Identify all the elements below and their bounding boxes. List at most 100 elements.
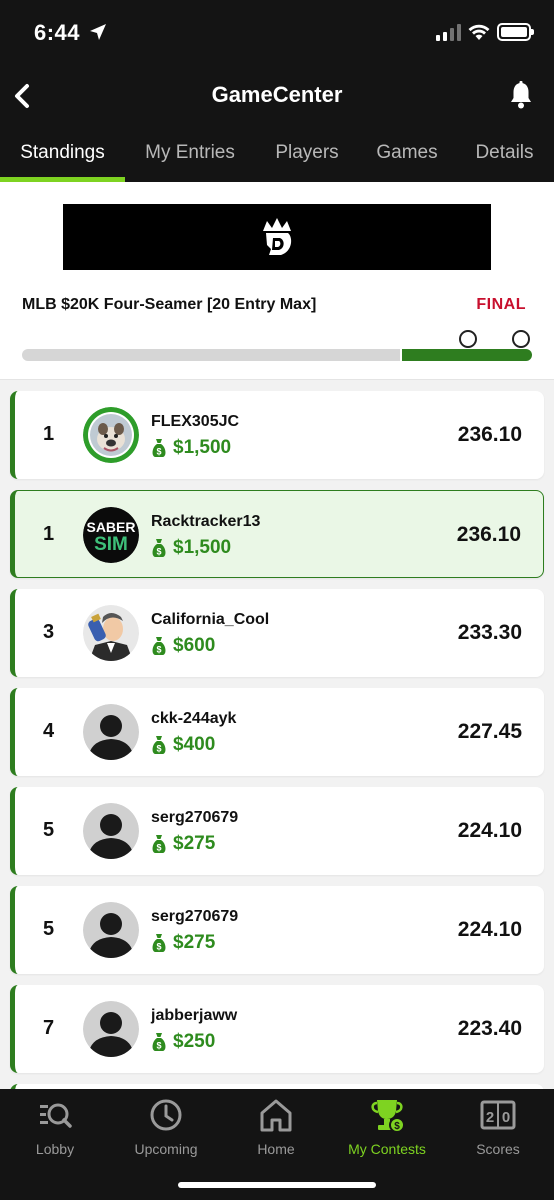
score: 224.10 <box>457 819 522 842</box>
nav-upcoming[interactable]: Upcoming <box>111 1097 221 1157</box>
standings-list: 1 FLEX305JC $ $1,500 236.10 1 SABER SIM … <box>10 391 544 1183</box>
svg-text:2: 2 <box>486 1109 494 1126</box>
scoreboard-icon: 2 0 <box>480 1100 516 1130</box>
tab-standings[interactable]: Standings <box>0 124 125 182</box>
rank: 1 <box>43 523 55 545</box>
contest-status-badge: FINAL <box>476 296 526 313</box>
money-bag-icon: $ <box>152 637 166 655</box>
standings-row[interactable]: 4 ckk-244ayk $ $400 227.45 <box>10 688 544 776</box>
money-bag-icon: $ <box>152 439 166 457</box>
nav-label: Home <box>257 1141 295 1157</box>
svg-text:$: $ <box>156 645 161 655</box>
nav-label: Scores <box>476 1141 520 1157</box>
svg-text:$: $ <box>156 547 161 557</box>
prize: $ $275 <box>151 932 215 954</box>
home-indicator <box>178 1182 376 1188</box>
cellular-signal-icon <box>436 24 461 41</box>
rank: 3 <box>43 621 55 643</box>
avatar <box>83 1001 139 1057</box>
username: California_Cool <box>151 611 270 628</box>
score: 223.40 <box>457 1017 522 1040</box>
nav-home[interactable]: Home <box>221 1097 331 1157</box>
svg-text:SABER: SABER <box>86 519 135 535</box>
nav-label: Upcoming <box>134 1141 198 1157</box>
notification-bell-icon[interactable] <box>508 80 534 110</box>
prize-amount: $400 <box>173 734 216 755</box>
prize: $ $1,500 <box>151 537 231 559</box>
nav-label: My Contests <box>348 1141 426 1157</box>
money-bag-icon: $ <box>152 1033 166 1051</box>
rank: 7 <box>43 1017 55 1039</box>
prize-amount: $1,500 <box>173 437 232 458</box>
prize: $ $600 <box>151 635 215 657</box>
prize-amount: $250 <box>173 1031 216 1052</box>
trophy-icon: $ <box>371 1100 405 1133</box>
money-bag-icon: $ <box>152 539 166 557</box>
nav-label: Lobby <box>35 1141 75 1157</box>
standings-row[interactable]: 5 serg270679 $ $275 224.10 <box>10 787 544 875</box>
svg-text:$: $ <box>394 1121 400 1132</box>
svg-text:$: $ <box>156 744 161 754</box>
nav-my-contests[interactable]: $ My Contests <box>332 1097 442 1157</box>
tab-games[interactable]: Games <box>359 124 455 182</box>
contest-name: MLB $20K Four-Seamer [20 Entry Max] <box>22 296 317 313</box>
money-bag-icon: $ <box>152 934 166 952</box>
tab-details[interactable]: Details <box>455 124 554 182</box>
score: 236.10 <box>456 523 521 546</box>
app-header: GameCenter <box>0 66 554 124</box>
prize-amount: $600 <box>173 635 216 656</box>
tab-players[interactable]: Players <box>255 124 359 182</box>
rank: 1 <box>43 423 55 445</box>
money-bag-icon: $ <box>152 736 166 754</box>
crown-logo-icon <box>263 218 292 255</box>
avatar <box>83 605 139 661</box>
svg-text:SIM: SIM <box>94 534 128 555</box>
username: jabberjaww <box>151 1007 238 1024</box>
prize: $ $275 <box>151 833 215 855</box>
standings-row[interactable]: 5 serg270679 $ $275 224.10 <box>10 886 544 974</box>
progress-marker <box>459 330 477 348</box>
rank: 5 <box>43 819 55 841</box>
score: 227.45 <box>457 720 522 743</box>
prize-amount: $275 <box>173 833 216 854</box>
svg-text:$: $ <box>156 447 161 457</box>
nav-lobby[interactable]: Lobby <box>0 1097 110 1157</box>
score: 236.10 <box>457 423 522 446</box>
username: FLEX305JC <box>151 413 240 430</box>
contest-progress-track <box>22 349 400 361</box>
prize: $ $1,500 <box>151 437 231 459</box>
username: ckk-244ayk <box>151 710 237 727</box>
tab-my-entries[interactable]: My Entries <box>125 124 255 182</box>
avatar <box>83 902 139 958</box>
username: serg270679 <box>151 809 239 826</box>
avatar: SABER SIM <box>83 507 139 563</box>
progress-marker <box>512 330 530 348</box>
standings-row[interactable]: 1 SABER SIM Racktracker13 $ $1,500 236.1… <box>10 490 544 578</box>
prize-amount: $1,500 <box>173 537 232 558</box>
svg-text:$: $ <box>156 1041 161 1051</box>
prize: $ $400 <box>151 734 215 756</box>
standings-row[interactable]: 3 California_Cool $ $600 233.30 <box>10 589 544 677</box>
avatar <box>83 407 139 463</box>
avatar <box>83 803 139 859</box>
battery-icon <box>497 23 534 41</box>
standings-row[interactable]: 7 jabberjaww $ $250 223.40 <box>10 985 544 1073</box>
standings-row[interactable]: 1 FLEX305JC $ $1,500 236.10 <box>10 391 544 479</box>
prize: $ $250 <box>151 1031 215 1053</box>
rank: 5 <box>43 918 55 940</box>
nav-scores[interactable]: 2 0 Scores <box>443 1097 553 1157</box>
score: 233.30 <box>457 621 522 644</box>
contest-header: MLB $20K Four-Seamer [20 Entry Max] FINA… <box>0 182 554 380</box>
status-time: 6:44 <box>34 20 81 45</box>
score: 224.10 <box>457 918 522 941</box>
svg-text:0: 0 <box>502 1109 510 1126</box>
svg-text:$: $ <box>156 942 161 952</box>
tab-bar: Standings My Entries Players Games Detai… <box>0 124 554 182</box>
location-arrow-icon <box>90 24 106 40</box>
svg-text:$: $ <box>156 843 161 853</box>
rank: 4 <box>43 720 55 742</box>
username: Racktracker13 <box>151 513 261 530</box>
clock-icon <box>150 1099 182 1131</box>
home-icon <box>260 1099 292 1132</box>
page-title: GameCenter <box>211 82 343 107</box>
